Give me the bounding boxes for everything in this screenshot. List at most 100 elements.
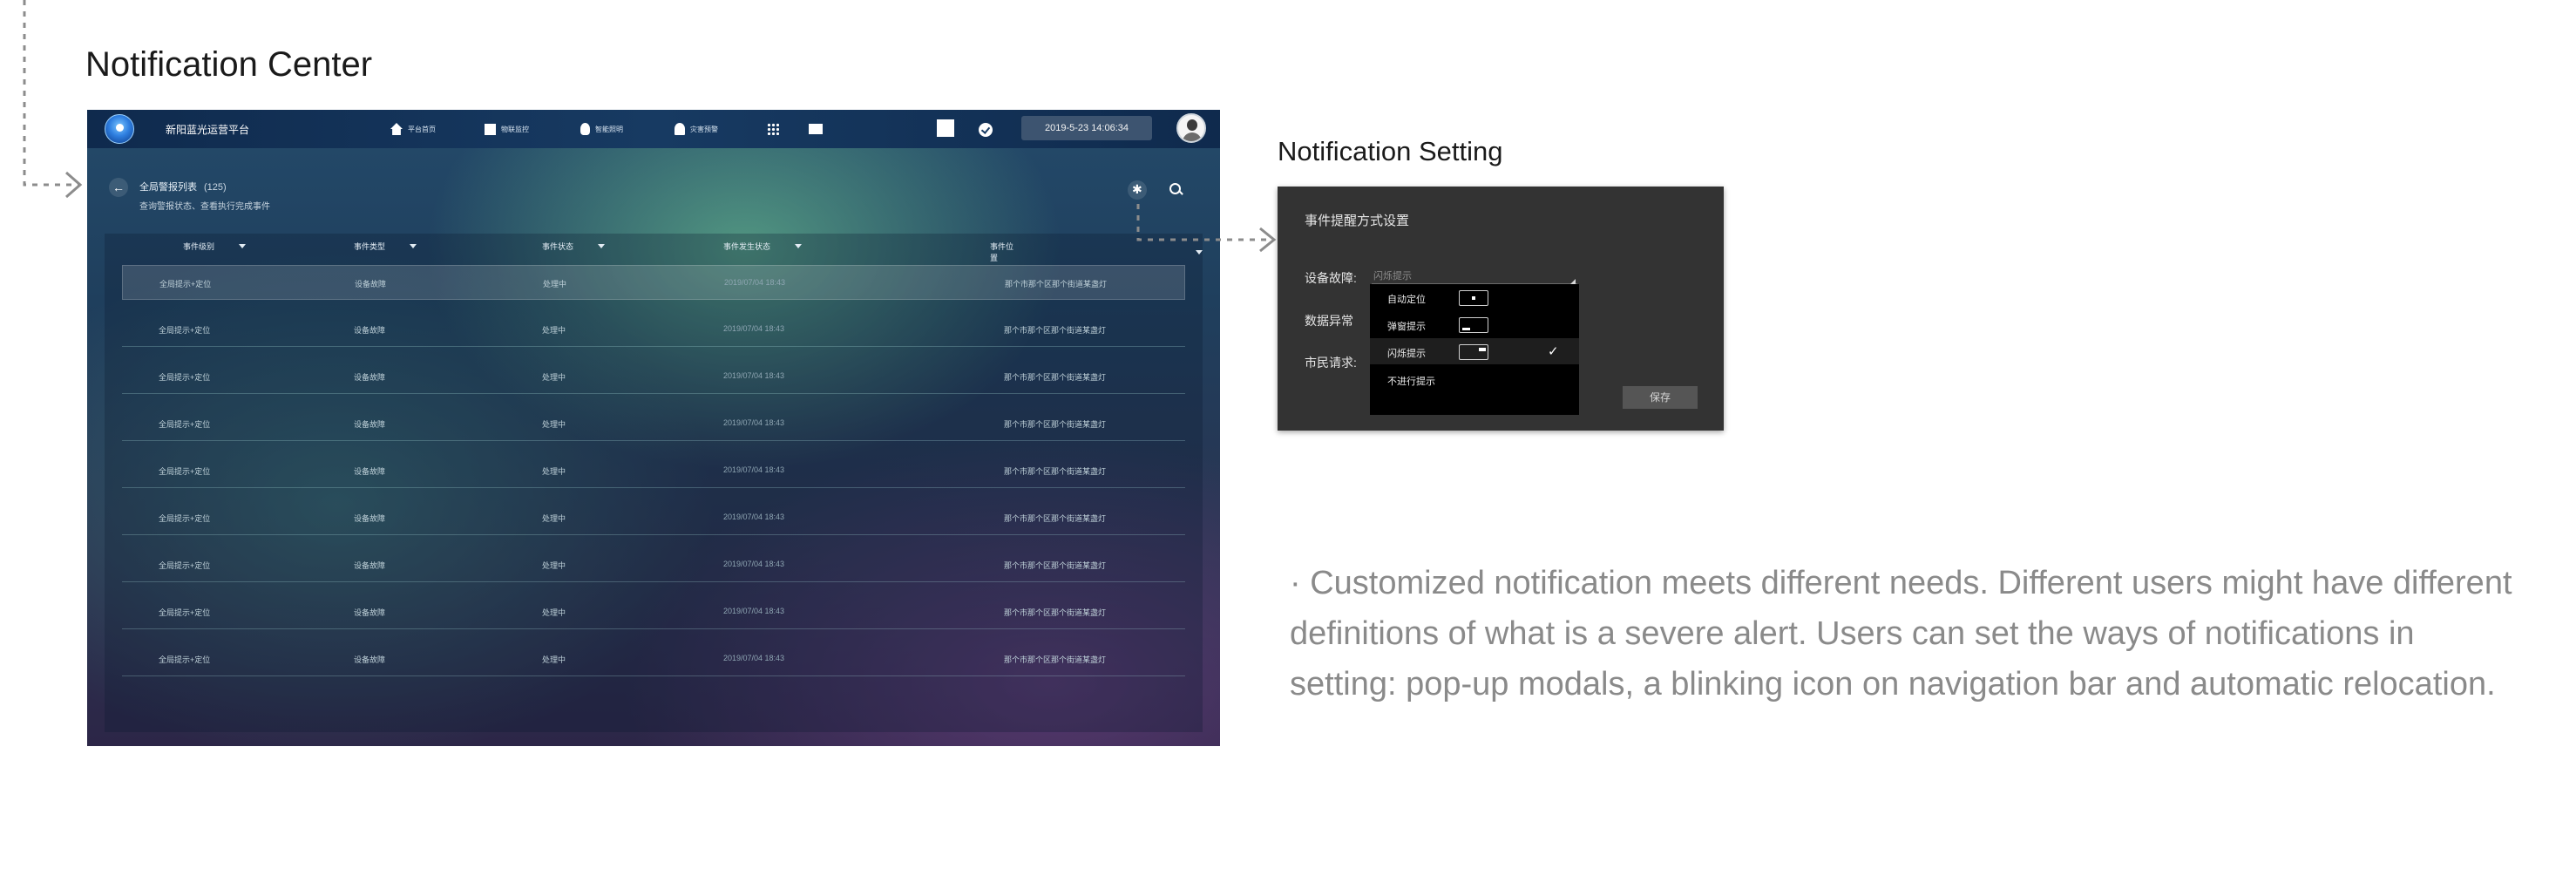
- check-circle-icon: [979, 123, 993, 137]
- monitor-icon: [485, 123, 496, 135]
- apps-button[interactable]: [767, 120, 779, 138]
- table-row[interactable]: 全局提示+定位 设备故障 处理中 2019/07/04 18:43 那个市那个区那个街道…: [122, 359, 1185, 394]
- chevron-down-icon: [598, 244, 606, 248]
- cell-status: 处理中: [542, 655, 566, 664]
- cell-location: 那个市那个区那个街道某盏灯: [1004, 420, 1107, 429]
- alert-list-title: 全局警报列表 (125): [139, 180, 227, 193]
- cell-location: 那个市那个区那个街道某盏灯: [1004, 326, 1107, 335]
- cell-time: 2019/07/04 18:43: [723, 465, 785, 474]
- cell-level: 全局提示+定位: [159, 326, 211, 335]
- cell-time: 2019/07/04 18:43: [723, 560, 785, 568]
- cell-status: 处理中: [542, 420, 566, 429]
- cell-time: 2019/07/04 18:43: [723, 607, 785, 615]
- cell-location: 那个市那个区那个街道某盏灯: [1005, 280, 1108, 288]
- bulb-icon: [580, 123, 590, 135]
- cell-location: 那个市那个区那个街道某盏灯: [1004, 608, 1107, 617]
- notification-icon: [937, 119, 954, 137]
- cell-type: 设备故障: [354, 373, 386, 382]
- data-anomaly-label: 数据异常: [1305, 314, 1353, 328]
- feature-description: · Customized notification meets differen…: [1290, 565, 2512, 703]
- cell-location: 那个市那个区那个街道某盏灯: [1004, 514, 1107, 523]
- table-row[interactable]: 全局提示+定位 设备故障 处理中 2019/07/04 18:43 那个市那个区那个街道…: [122, 594, 1185, 629]
- notification-setting-title: Notification Setting: [1278, 136, 1503, 166]
- cell-type: 设备故障: [354, 608, 386, 617]
- option-popup[interactable]: 弹窗提示: [1370, 311, 1579, 337]
- device-fault-select-value: 闪烁提示: [1373, 271, 1412, 282]
- cell-status: 处理中: [542, 467, 566, 476]
- column-header-level[interactable]: 事件级别: [183, 241, 247, 252]
- column-header-type[interactable]: 事件类型: [354, 241, 417, 252]
- blink-preview-icon: [1459, 344, 1488, 360]
- nav-monitor-label: 物联监控: [501, 125, 529, 133]
- check-icon: ✓: [1548, 344, 1559, 359]
- cell-level: 全局提示+定位: [159, 467, 211, 476]
- save-button[interactable]: 保存: [1623, 386, 1698, 409]
- table-row[interactable]: 全局提示+定位 设备故障 处理中 2019/07/04 18:43 那个市那个区那个街道…: [122, 641, 1185, 676]
- option-blink[interactable]: 闪烁提示 ✓: [1370, 338, 1579, 364]
- apps-grid-icon: [767, 123, 779, 135]
- alert-table: 事件级别 事件类型 事件状态 事件发生状态 事件位置 全局提示+定位 设备故障 处理…: [105, 234, 1203, 732]
- column-header-label: 事件级别: [183, 242, 215, 251]
- table-row[interactable]: 全局提示+定位 设备故障 处理中 2019/07/04 18:43 那个市那个区那个街道…: [122, 547, 1185, 582]
- dropdown-corner-icon: [1570, 274, 1576, 284]
- platform-name: 新阳蓝光运营平台: [166, 124, 250, 136]
- top-navigation-bar: 新阳蓝光运营平台 平台首页 物联监控 智能照明 灾害预警 2019-5-23 1…: [87, 110, 1220, 148]
- option-label: 自动定位: [1387, 295, 1426, 305]
- popup-preview-icon: [1459, 317, 1488, 333]
- column-header-label: 事件类型: [354, 242, 386, 251]
- column-header-status[interactable]: 事件状态: [542, 241, 606, 252]
- nav-alarm-label: 灾害预警: [690, 125, 718, 133]
- alert-list-title-text: 全局警报列表: [139, 182, 197, 193]
- table-row[interactable]: 全局提示+定位 设备故障 处理中 2019/07/04 18:43 那个市那个区那个街道…: [122, 312, 1185, 347]
- cell-type: 设备故障: [354, 561, 386, 570]
- chevron-down-icon: [795, 244, 803, 248]
- cell-level: 全局提示+定位: [159, 655, 211, 664]
- option-label: 弹窗提示: [1387, 322, 1426, 332]
- platform-logo[interactable]: [105, 114, 134, 144]
- cell-location: 那个市那个区那个街道某盏灯: [1004, 561, 1107, 570]
- cell-status: 处理中: [542, 326, 566, 335]
- table-row[interactable]: 全局提示+定位 设备故障 处理中 2019/07/04 18:43 那个市那个区那个街道…: [122, 453, 1185, 488]
- cell-level: 全局提示+定位: [159, 420, 211, 429]
- back-button[interactable]: ←: [109, 178, 128, 197]
- alert-count: (125): [204, 182, 227, 193]
- setting-heading: 事件提醒方式设置: [1305, 214, 1410, 228]
- notification-method-dropdown: 自动定位 弹窗提示 闪烁提示 ✓ 不进行提示: [1370, 284, 1579, 415]
- mail-button[interactable]: [809, 120, 823, 138]
- cell-type: 设备故障: [354, 326, 386, 335]
- alert-list-subtitle: 查询警报状态、查看执行完成事件: [139, 202, 270, 212]
- user-avatar[interactable]: [1176, 113, 1206, 143]
- column-header-label: 事件发生状态: [723, 242, 771, 251]
- task-check-button[interactable]: [979, 121, 993, 139]
- nav-home-label: 平台首页: [408, 125, 436, 133]
- nav-home[interactable]: 平台首页: [390, 120, 436, 138]
- notification-center-title: Notification Center: [85, 45, 373, 84]
- cell-time: 2019/07/04 18:43: [723, 371, 785, 380]
- device-fault-select[interactable]: 闪烁提示: [1372, 267, 1577, 284]
- cell-level: 全局提示+定位: [159, 514, 211, 523]
- nav-alarm[interactable]: 灾害预警: [675, 120, 718, 138]
- cell-status: 处理中: [542, 514, 566, 523]
- cell-location: 那个市那个区那个街道某盏灯: [1004, 655, 1107, 664]
- notification-button[interactable]: [937, 119, 954, 137]
- cell-status: 处理中: [542, 608, 566, 617]
- cell-location: 那个市那个区那个街道某盏灯: [1004, 373, 1107, 382]
- chevron-down-icon: [410, 244, 417, 248]
- nav-monitor[interactable]: 物联监控: [485, 120, 529, 138]
- column-header-time[interactable]: 事件发生状态: [723, 241, 803, 252]
- table-row[interactable]: 全局提示+定位 设备故障 处理中 2019/07/04 18:43 那个市那个区那个街道…: [122, 265, 1185, 300]
- chevron-down-icon: [239, 244, 247, 248]
- connector-arrow-right: [1136, 204, 1277, 253]
- option-label: 闪烁提示: [1387, 349, 1426, 359]
- table-row[interactable]: 全局提示+定位 设备故障 处理中 2019/07/04 18:43 那个市那个区那个街道…: [122, 500, 1185, 535]
- connector-arrow-left: [23, 0, 83, 199]
- column-header-label: 事件位置: [990, 242, 1014, 262]
- cell-time: 2019/07/04 18:43: [723, 324, 785, 333]
- cell-time: 2019/07/04 18:43: [723, 654, 785, 662]
- table-row[interactable]: 全局提示+定位 设备故障 处理中 2019/07/04 18:43 那个市那个区那个街道…: [122, 406, 1185, 441]
- current-datetime: 2019-5-23 14:06:34: [1021, 116, 1152, 140]
- nav-lighting-label: 智能照明: [595, 125, 623, 133]
- nav-lighting[interactable]: 智能照明: [580, 120, 623, 138]
- option-auto-locate[interactable]: 自动定位: [1370, 284, 1579, 310]
- option-no-notification[interactable]: 不进行提示: [1370, 366, 1579, 392]
